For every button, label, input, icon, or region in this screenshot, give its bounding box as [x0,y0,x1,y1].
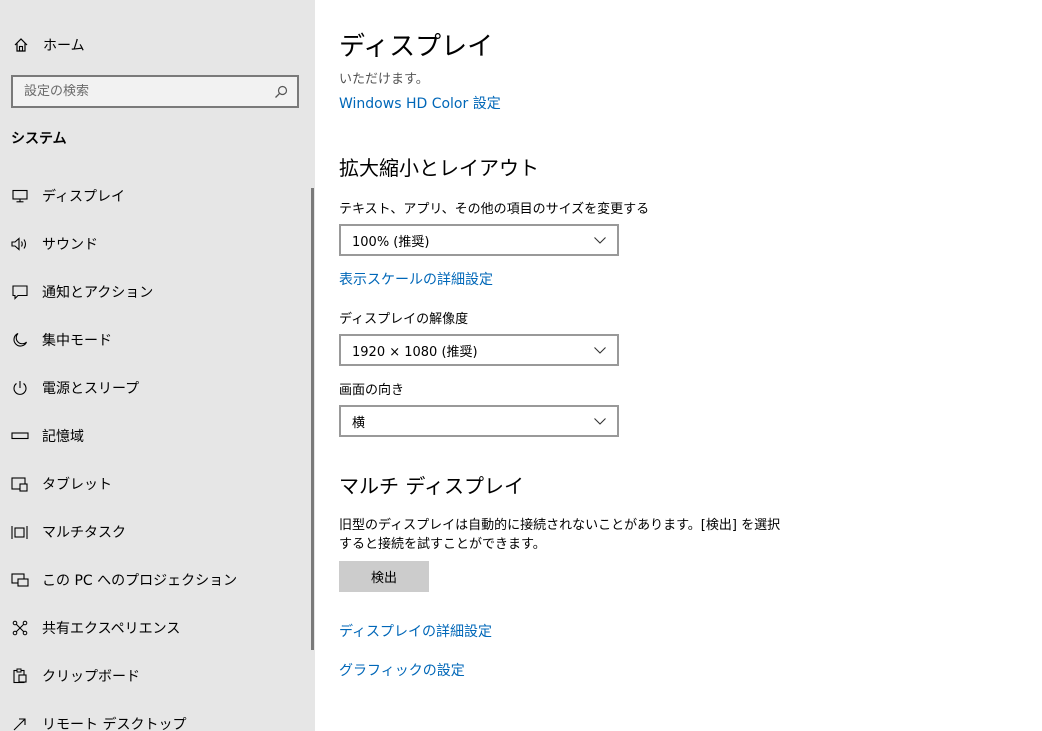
power-icon [10,378,30,398]
sidebar-item-multitasking[interactable]: マルチタスク [0,508,310,556]
multitask-icon [10,522,30,542]
chevron-down-icon [593,235,607,245]
scale-layout-heading: 拡大縮小とレイアウト [339,156,539,180]
sidebar-item-label: 通知とアクション [42,285,154,301]
scale-dropdown-value: 100% (推奨) [352,234,430,250]
chevron-down-icon [593,345,607,355]
sidebar-item-remote-desktop[interactable]: リモート デスクトップ [0,700,310,731]
orientation-dropdown[interactable]: 横 [339,405,619,437]
speaker-icon [10,234,30,254]
projection-icon [10,570,30,590]
sidebar-item-display[interactable]: ディスプレイ [0,172,310,220]
search-input[interactable] [24,84,273,99]
sidebar-item-label: クリップボード [42,669,140,685]
multi-display-description: 旧型のディスプレイは自動的に接続されないことがあります。[検出] を選択すると接… [339,518,781,552]
sidebar-item-label: 電源とスリープ [42,381,140,397]
section-label-system: システム [11,131,67,147]
clipboard-icon [10,666,30,686]
sidebar-item-projection[interactable]: この PC へのプロジェクション [0,556,310,604]
orientation-dropdown-value: 横 [352,415,366,431]
sidebar-item-label: 記憶域 [42,429,84,445]
multi-display-heading: マルチ ディスプレイ [339,474,524,498]
chevron-down-icon [593,416,607,426]
sidebar: ホーム システム ディスプレイ サウンド 通知とアクション [0,0,315,731]
resolution-dropdown[interactable]: 1920 × 1080 (推奨) [339,334,619,366]
sidebar-item-label: リモート デスクトップ [42,717,187,731]
sidebar-item-focus-assist[interactable]: 集中モード [0,316,310,364]
main-content: ディスプレイ いただけます。 Windows HD Color 設定 拡大縮小と… [339,0,1039,731]
sidebar-item-power[interactable]: 電源とスリープ [0,364,310,412]
sidebar-item-label: 集中モード [42,333,112,349]
sidebar-item-clipboard[interactable]: クリップボード [0,652,310,700]
home-link[interactable]: ホーム [11,32,85,58]
sidebar-item-notifications[interactable]: 通知とアクション [0,268,310,316]
sidebar-item-label: この PC へのプロジェクション [42,573,238,589]
description-text-fragment: いただけます。 [339,72,429,87]
scale-dropdown[interactable]: 100% (推奨) [339,224,619,256]
sidebar-item-label: サウンド [42,237,98,253]
hd-color-settings-link[interactable]: Windows HD Color 設定 [339,93,501,113]
monitor-icon [10,186,30,206]
resolution-dropdown-value: 1920 × 1080 (推奨) [352,344,478,360]
sidebar-item-label: タブレット [42,477,112,493]
share-icon [10,618,30,638]
sidebar-item-label: ディスプレイ [42,189,126,205]
page-title: ディスプレイ [339,32,494,62]
tablet-icon [10,474,30,494]
sidebar-item-tablet[interactable]: タブレット [0,460,310,508]
graphics-settings-link[interactable]: グラフィックの設定 [339,660,465,680]
home-label: ホーム [43,38,85,54]
advanced-display-settings-link[interactable]: ディスプレイの詳細設定 [339,621,492,641]
sidebar-item-shared-experiences[interactable]: 共有エクスペリエンス [0,604,310,652]
message-icon [10,282,30,302]
orientation-label: 画面の向き [339,383,405,398]
moon-icon [10,330,30,350]
advanced-scaling-link[interactable]: 表示スケールの詳細設定 [339,269,493,289]
search-icon[interactable] [273,84,289,100]
home-icon [11,35,31,55]
settings-search-box[interactable] [11,75,299,108]
sidebar-item-label: マルチタスク [42,525,126,541]
resolution-label: ディスプレイの解像度 [339,312,469,327]
sidebar-scrollbar[interactable] [311,188,314,650]
sidebar-nav: ディスプレイ サウンド 通知とアクション 集中モード 電源とスリープ 記憶域 タ… [0,172,310,731]
size-label: テキスト、アプリ、その他の項目のサイズを変更する [339,202,650,217]
sidebar-item-storage[interactable]: 記憶域 [0,412,310,460]
detect-button[interactable]: 検出 [339,561,429,592]
storage-icon [10,426,30,446]
sidebar-item-sound[interactable]: サウンド [0,220,310,268]
sidebar-item-label: 共有エクスペリエンス [42,621,181,637]
remote-icon [10,714,30,731]
